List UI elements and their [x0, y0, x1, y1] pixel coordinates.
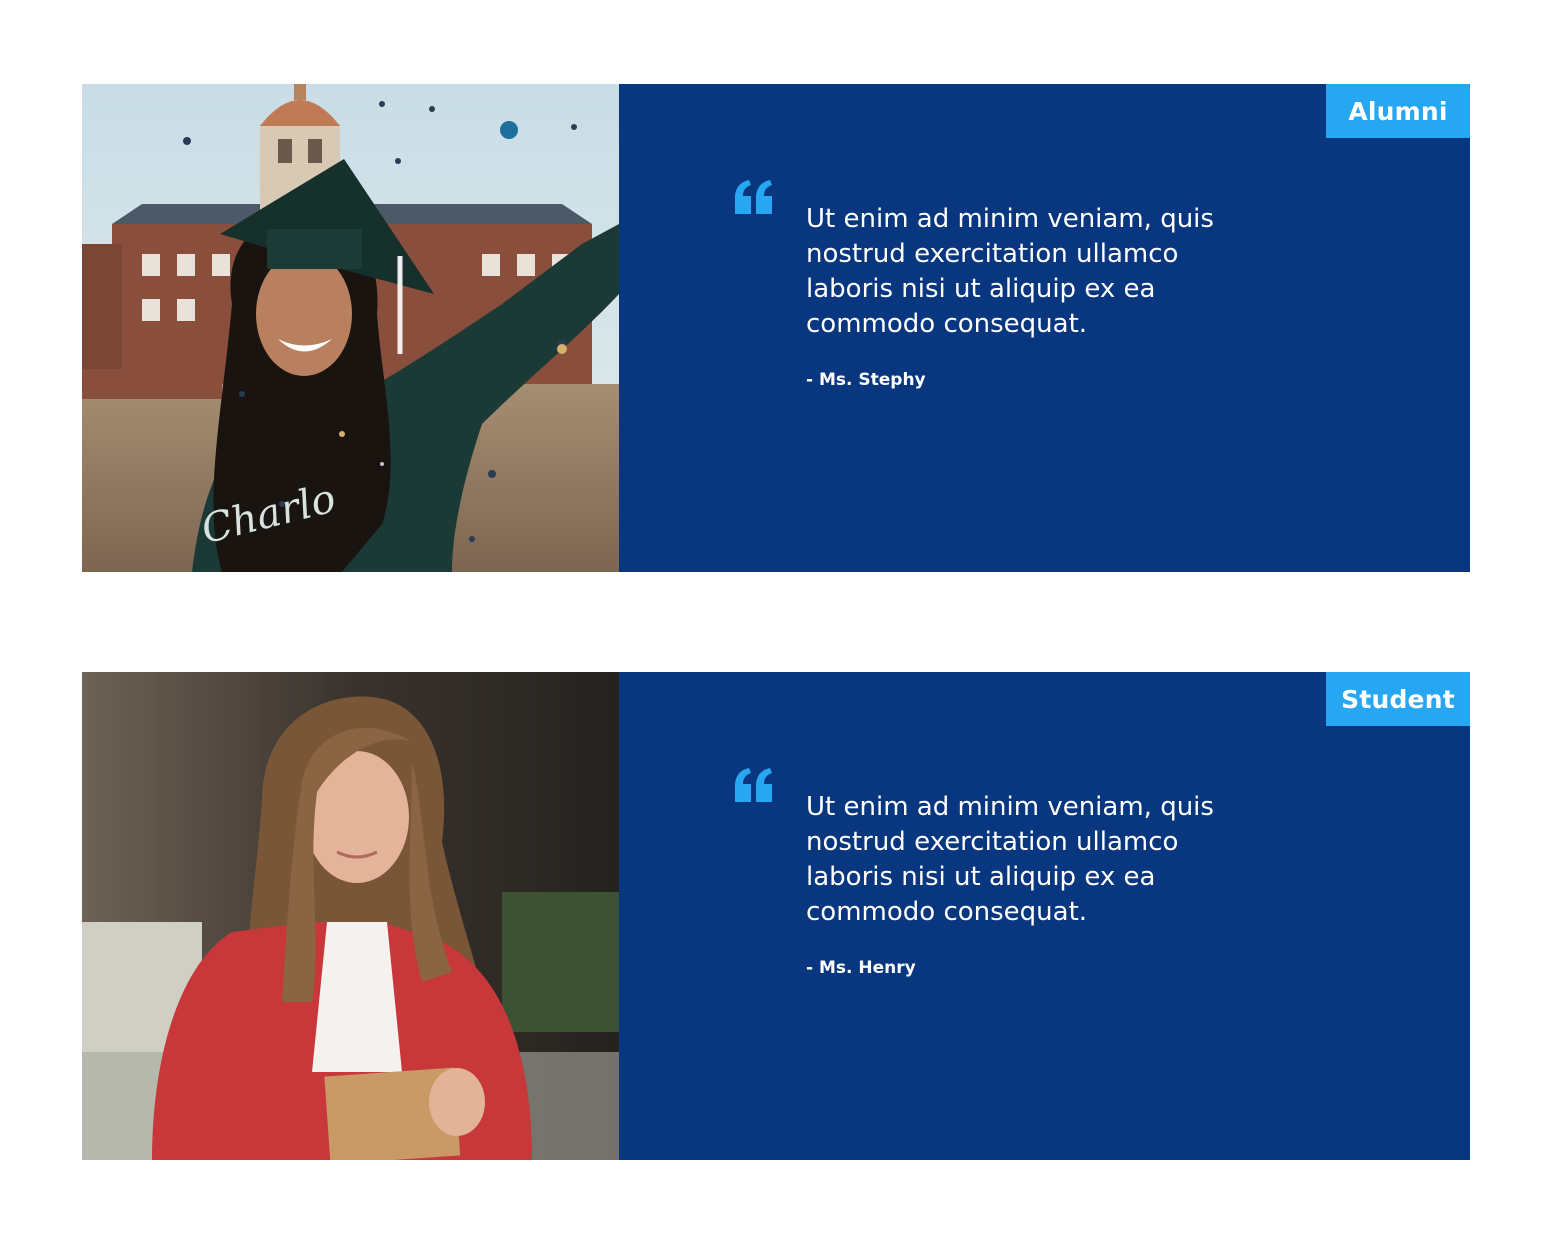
testimonial-author: - Ms. Henry	[806, 958, 916, 978]
quote-icon	[735, 768, 772, 802]
quote-icon	[735, 180, 772, 214]
testimonial-card-alumni: Charlo Alumni Ut enim ad minim veniam, q…	[82, 84, 1470, 572]
testimonial-quote: Ut enim ad minim veniam, quis nostrud ex…	[806, 204, 1214, 339]
graduate-photo: Charlo	[82, 84, 619, 572]
testimonial-author: - Ms. Stephy	[806, 370, 926, 390]
testimonial-panel: Student Ut enim ad minim veniam, quis no…	[619, 672, 1470, 1160]
testimonial-card-student: Student Ut enim ad minim veniam, quis no…	[82, 672, 1470, 1160]
category-badge: Alumni	[1326, 84, 1470, 138]
category-badge: Student	[1326, 672, 1470, 726]
testimonial-quote: Ut enim ad minim veniam, quis nostrud ex…	[806, 792, 1214, 927]
student-photo	[82, 672, 619, 1160]
testimonial-panel: Alumni Ut enim ad minim veniam, quis nos…	[619, 84, 1470, 572]
